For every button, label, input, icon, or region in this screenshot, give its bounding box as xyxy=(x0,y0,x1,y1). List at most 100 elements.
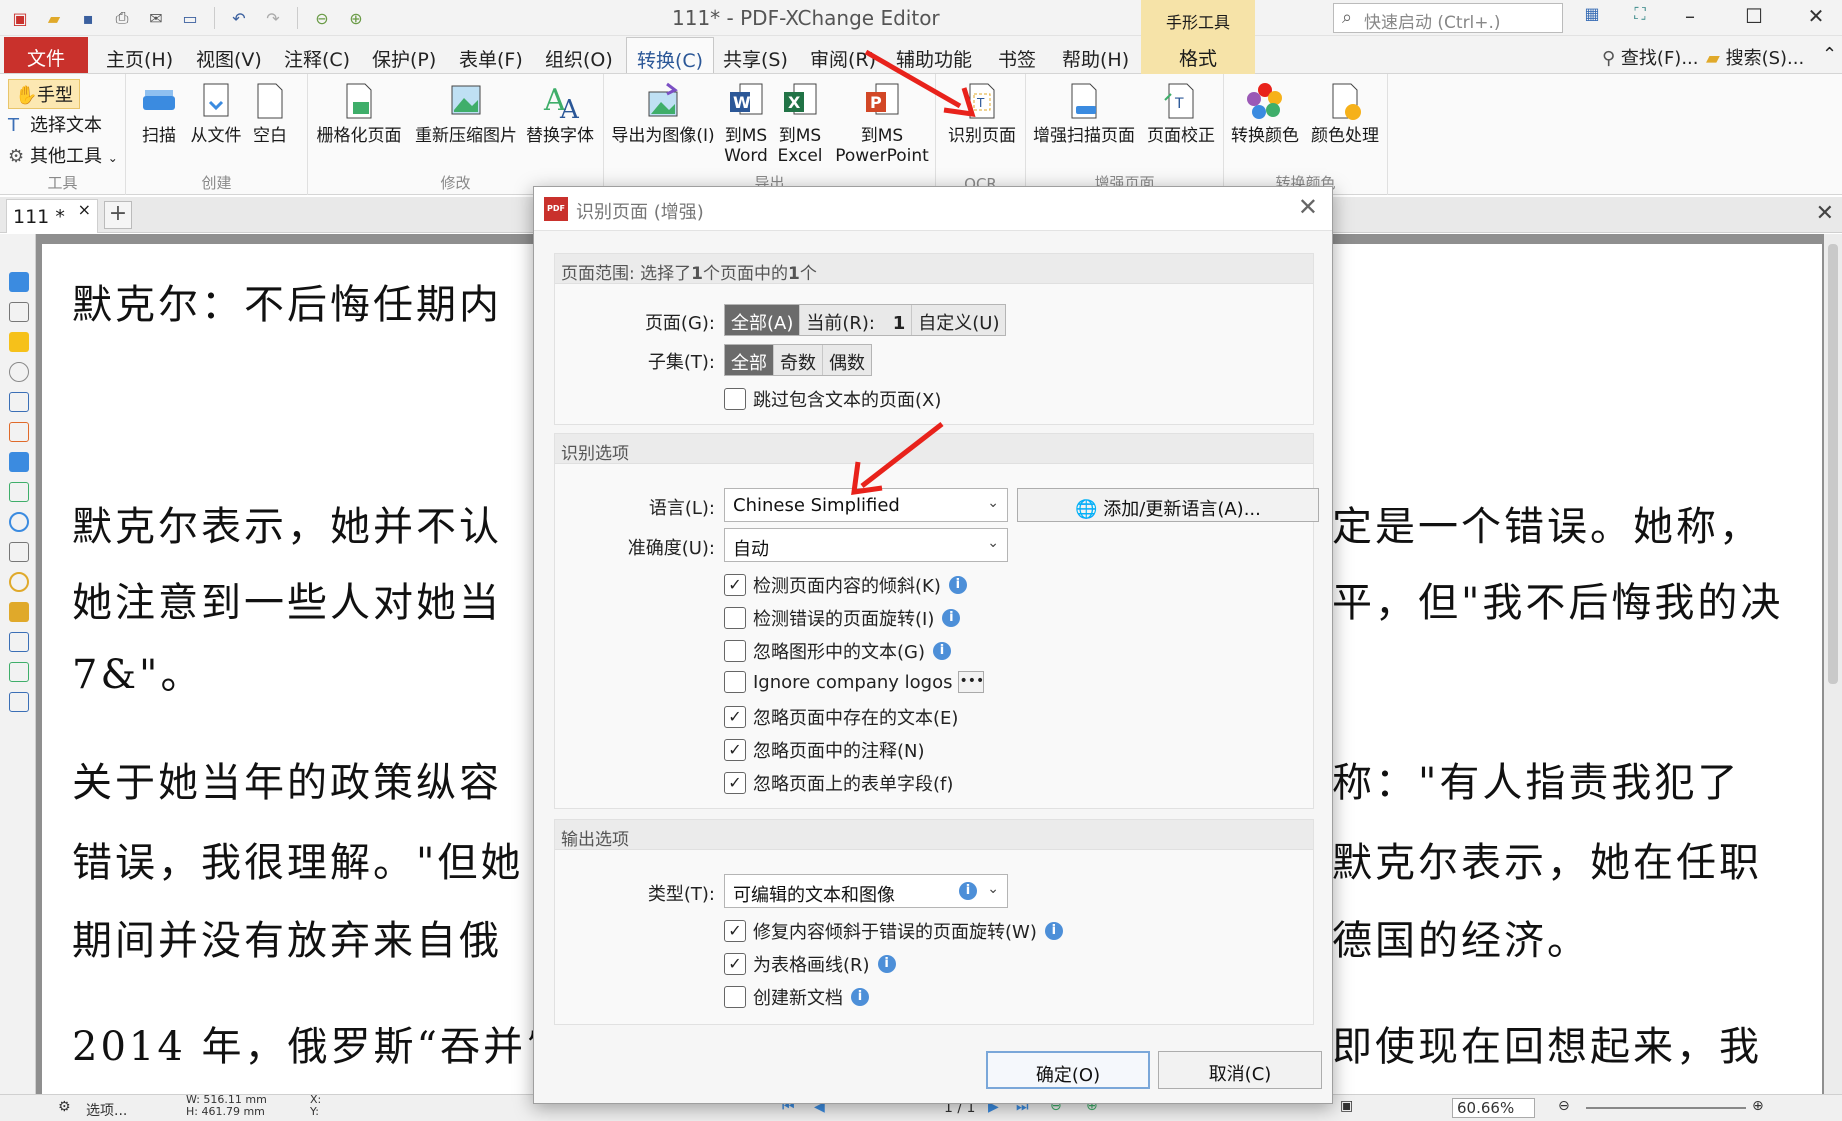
rasterize-page-button[interactable]: 栅格化页面 xyxy=(312,80,406,146)
checkbox-box[interactable]: ✓ xyxy=(724,706,746,728)
attachments-icon[interactable] xyxy=(9,362,29,382)
ignore-logos-checkbox[interactable]: Ignore company logos ••• xyxy=(724,671,985,693)
dialog-close-button[interactable]: ✕ xyxy=(1298,193,1318,221)
zoom-slider[interactable] xyxy=(1586,1107,1746,1109)
ignore-graphic-text-checkbox[interactable]: 忽略图形中的文本(G) i xyxy=(724,638,951,664)
ok-button[interactable]: 确定(O) xyxy=(986,1051,1150,1089)
options-gear-icon[interactable]: ⚙ xyxy=(58,1099,71,1115)
draw-table-lines-checkbox[interactable]: ✓ 为表格画线(R) i xyxy=(724,951,896,977)
file-tab[interactable]: 文件 xyxy=(4,37,88,73)
checkbox-box[interactable] xyxy=(724,388,746,410)
subset-odd-option[interactable]: 奇数 xyxy=(774,345,823,375)
tab-help[interactable]: 帮助(H) xyxy=(1062,37,1129,73)
checkbox-box[interactable]: ✓ xyxy=(724,920,746,942)
quick-launch-input[interactable]: ⌕ 快速启动 (Ctrl+.) xyxy=(1333,3,1563,33)
pages-custom-option[interactable]: 自定义(U) xyxy=(912,305,1005,335)
links-icon[interactable] xyxy=(9,572,29,592)
checkbox-box[interactable]: ✓ xyxy=(724,953,746,975)
close-tab-icon[interactable]: × xyxy=(78,200,91,219)
back-icon[interactable]: ⊖ xyxy=(308,4,336,32)
checkbox-box[interactable] xyxy=(724,607,746,629)
document-properties-icon[interactable] xyxy=(9,422,29,442)
fix-skew-checkbox[interactable]: ✓ 修复内容倾斜于错误的页面旋转(W) i xyxy=(724,918,1063,944)
scan-button[interactable]: 扫描 xyxy=(136,80,182,146)
pages-current-option[interactable]: 当前(R): 1 xyxy=(800,305,913,335)
maximize-button[interactable]: ☐ xyxy=(1734,4,1774,32)
checkbox-box[interactable]: ✓ xyxy=(724,574,746,596)
pages-all-option[interactable]: 全部(A) xyxy=(725,305,801,335)
options-button[interactable]: 选项... xyxy=(86,1100,127,1120)
convert-color-button[interactable]: 转换颜色 xyxy=(1226,80,1304,146)
subset-even-option[interactable]: 偶数 xyxy=(823,345,871,375)
color-process-button[interactable]: 颜色处理 xyxy=(1306,80,1384,146)
checkbox-box[interactable] xyxy=(724,671,746,693)
page-correct-button[interactable]: T 页面校正 xyxy=(1142,80,1220,146)
minimize-button[interactable]: – xyxy=(1670,4,1710,32)
select-text-button[interactable]: T 选择文本 xyxy=(8,111,102,137)
search-icon[interactable] xyxy=(9,512,29,532)
info-icon[interactable]: i xyxy=(933,642,951,660)
replace-font-button[interactable]: AA 替换字体 xyxy=(522,80,598,146)
print-icon[interactable]: ⎙ xyxy=(108,4,136,32)
from-file-button[interactable]: 从文件 xyxy=(188,80,244,146)
info-icon[interactable]: i xyxy=(959,882,977,900)
redo-icon[interactable]: ↷ xyxy=(259,4,287,32)
ignore-form-fields-checkbox[interactable]: ✓ 忽略页面上的表单字段(f) xyxy=(724,770,953,796)
info-icon[interactable]: i xyxy=(942,609,961,627)
fullscreen-icon[interactable]: ⛶ xyxy=(1620,4,1660,32)
signatures-icon[interactable] xyxy=(9,662,29,682)
detect-skew-checkbox[interactable]: ✓ 检测页面内容的倾斜(K) i xyxy=(724,572,967,598)
tab-home[interactable]: 主页(H) xyxy=(106,37,173,73)
zoom-select[interactable]: 60.66% xyxy=(1452,1098,1536,1118)
fields-icon[interactable] xyxy=(9,632,29,652)
zoom-in-icon[interactable]: ⊕ xyxy=(1752,1098,1764,1114)
email-icon[interactable]: ✉ xyxy=(142,4,170,32)
vertical-scrollbar[interactable] xyxy=(1824,234,1842,1094)
structure-icon[interactable] xyxy=(9,542,29,562)
collapse-ribbon-icon[interactable]: ⌃ xyxy=(1822,44,1837,65)
accuracy-select[interactable]: 自动 ⌄ xyxy=(724,528,1008,562)
app-logo-icon[interactable]: ▣ xyxy=(6,4,34,32)
zoom-out-icon[interactable]: ⊖ xyxy=(1558,1098,1570,1114)
other-tools-button[interactable]: ⚙ 其他工具 ⌄ xyxy=(8,142,118,168)
info-icon[interactable]: i xyxy=(851,988,869,1006)
detect-rotation-checkbox[interactable]: 检测错误的页面旋转(I) i xyxy=(724,605,961,631)
layers-icon[interactable] xyxy=(9,452,29,472)
content-icon[interactable] xyxy=(9,482,29,502)
to-excel-button[interactable]: X 到MS Excel xyxy=(774,80,826,166)
add-update-language-button[interactable]: 🌐 添加/更新语言(A)... xyxy=(1017,488,1319,522)
tags-icon[interactable] xyxy=(9,602,29,622)
tab-bookmarks[interactable]: 书签 xyxy=(998,37,1036,73)
tab-form[interactable]: 表单(F) xyxy=(459,37,523,73)
hand-tool-button[interactable]: ✋手型 xyxy=(8,79,80,109)
pages-icon[interactable] xyxy=(9,302,29,322)
new-tab-button[interactable]: + xyxy=(104,201,132,229)
tab-convert[interactable]: 转换(C) xyxy=(626,37,715,73)
document-icon[interactable] xyxy=(9,392,29,412)
create-new-document-checkbox[interactable]: 创建新文档 i xyxy=(724,984,869,1010)
enhance-scan-button[interactable]: 增强扫描页面 xyxy=(1028,80,1140,146)
tab-view[interactable]: 视图(V) xyxy=(196,37,262,73)
close-document-icon[interactable]: ✕ xyxy=(1816,201,1834,226)
checkbox-box[interactable]: ✓ xyxy=(724,739,746,761)
tab-organize[interactable]: 组织(O) xyxy=(545,37,613,73)
tab-comment[interactable]: 注释(C) xyxy=(284,37,350,73)
blank-button[interactable]: 空白 xyxy=(250,80,290,146)
output-type-select[interactable]: 可编辑的文本和图像 i ⌄ xyxy=(724,874,1008,908)
subset-all-option[interactable]: 全部 xyxy=(725,345,774,375)
search-button[interactable]: ▰ 搜索(S)... xyxy=(1706,44,1804,70)
bookmark-icon[interactable] xyxy=(9,272,29,292)
scan-icon[interactable]: ▭ xyxy=(176,4,204,32)
to-word-button[interactable]: W 到MS Word xyxy=(720,80,772,166)
skip-text-pages-checkbox[interactable]: 跳过包含文本的页面(X) xyxy=(724,386,941,412)
forward-icon[interactable]: ⊕ xyxy=(342,4,370,32)
document-tab[interactable]: 111 * × xyxy=(6,199,98,233)
recompress-images-button[interactable]: 重新压缩图片 xyxy=(410,80,522,146)
comments-icon[interactable] xyxy=(9,332,29,352)
view-mode-icon[interactable]: ▣ xyxy=(1340,1098,1353,1114)
checkbox-box[interactable] xyxy=(724,640,746,662)
scroll-thumb[interactable] xyxy=(1828,244,1838,684)
cancel-button[interactable]: 取消(C) xyxy=(1158,1051,1322,1089)
save-icon[interactable]: ▪ xyxy=(74,4,102,32)
info-icon[interactable]: i xyxy=(948,576,967,594)
